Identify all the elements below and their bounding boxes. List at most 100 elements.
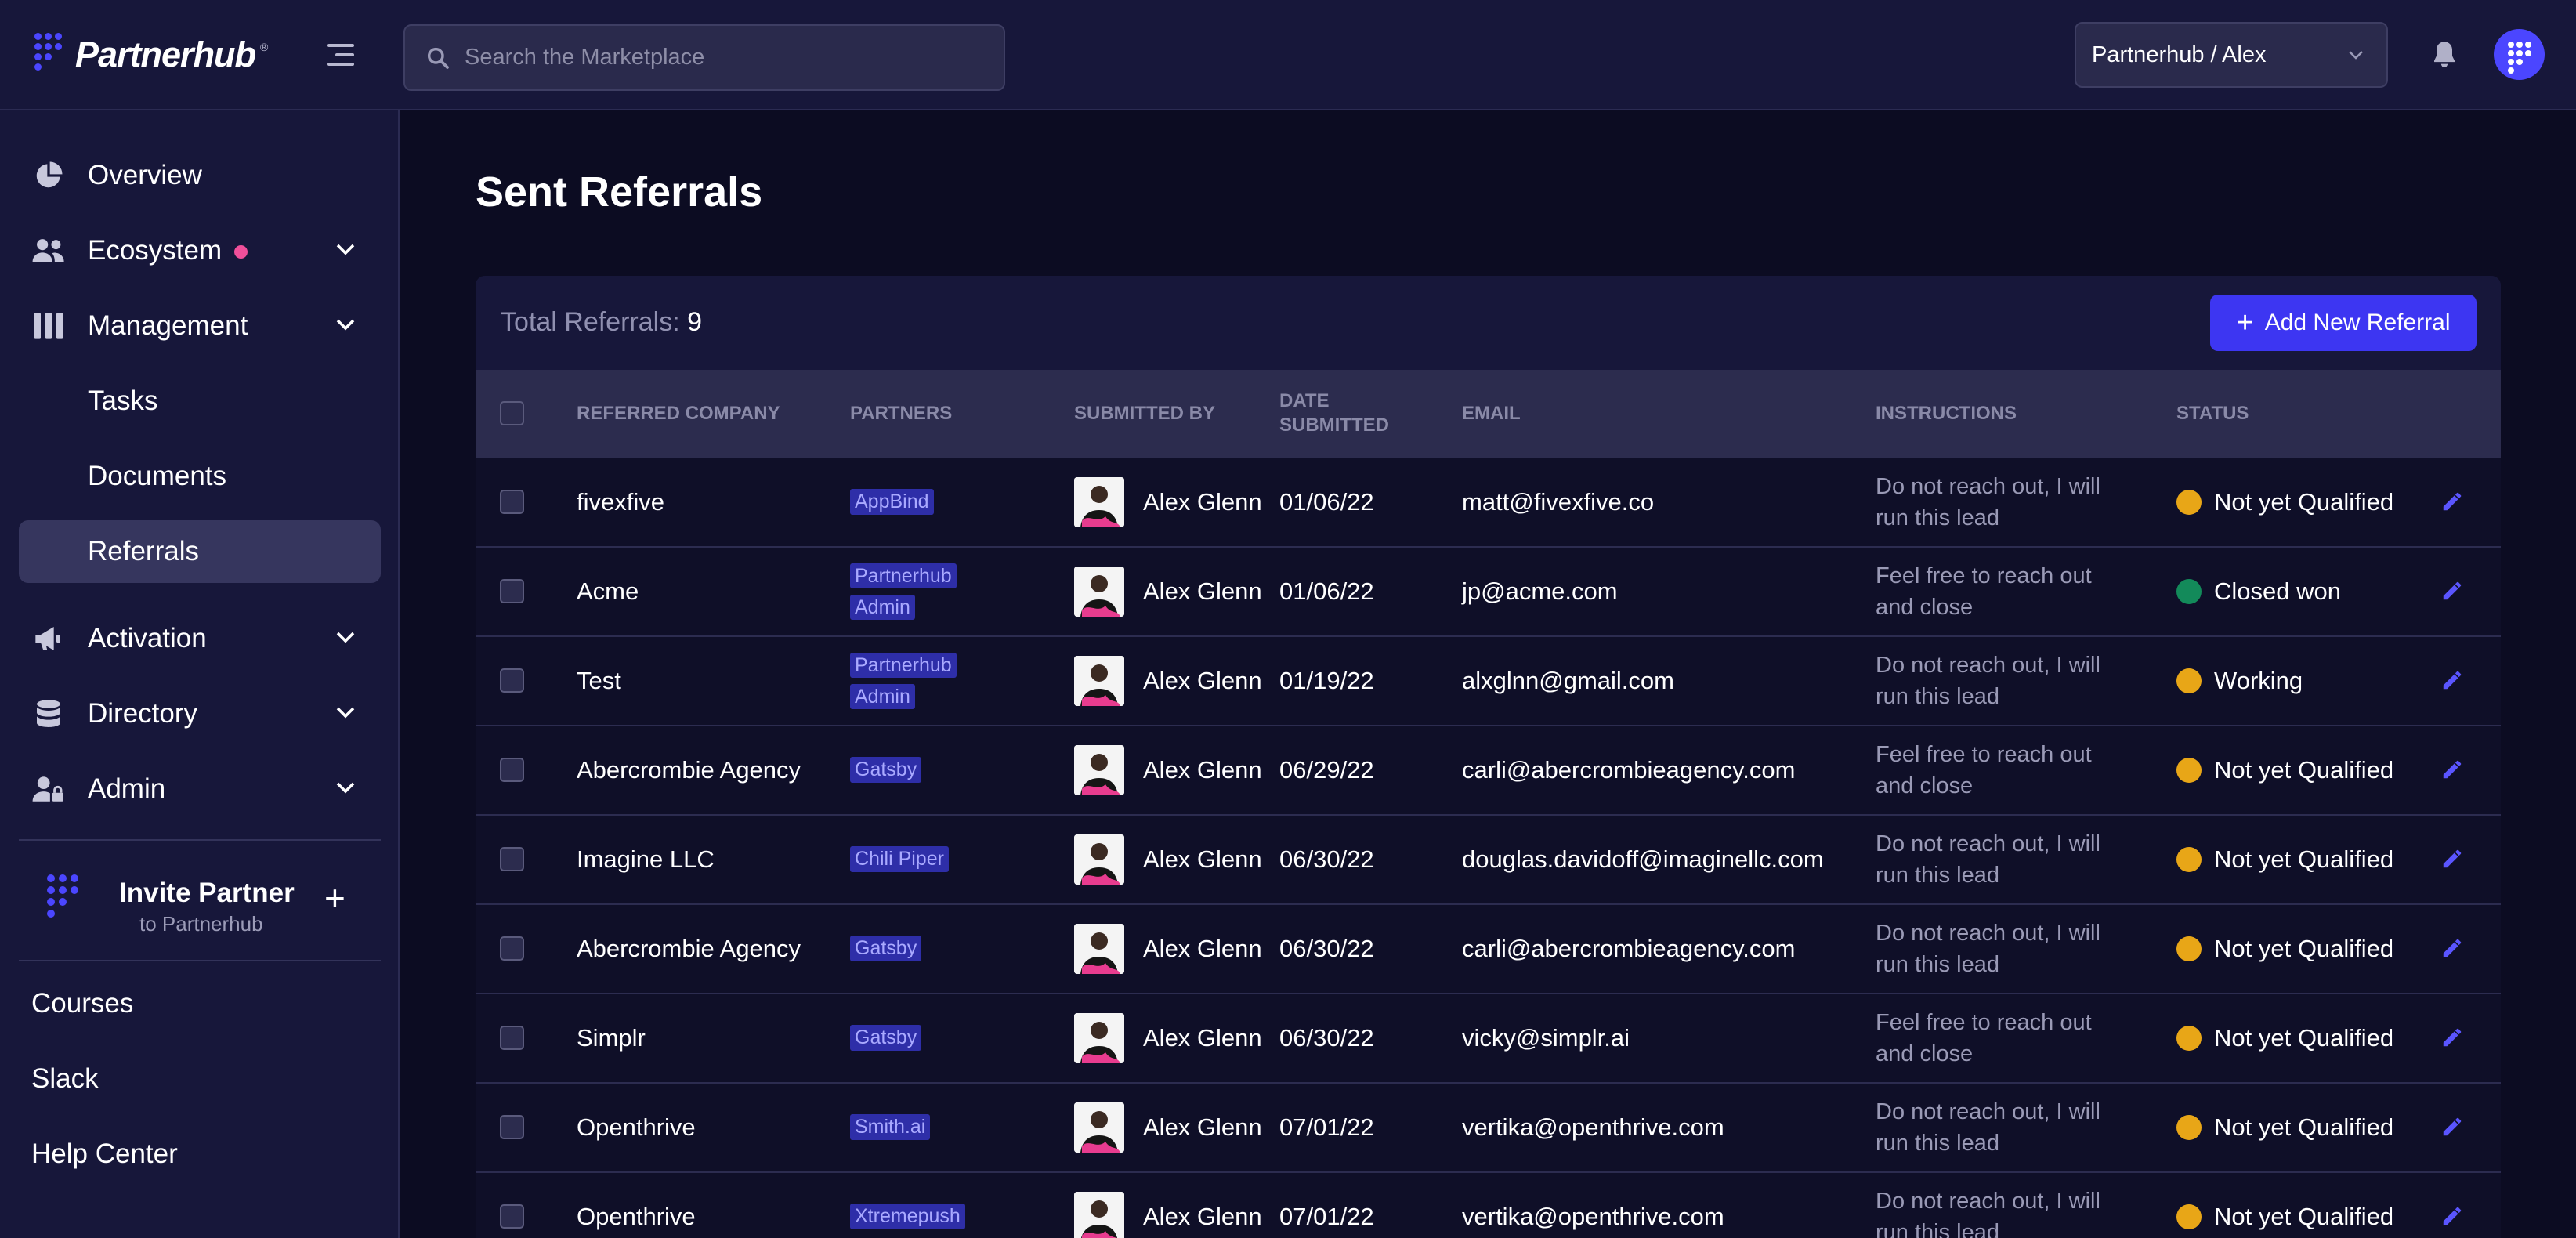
search-input[interactable] bbox=[465, 45, 1004, 71]
edit-pencil-icon[interactable] bbox=[2440, 1026, 2464, 1049]
pie-chart-icon bbox=[36, 161, 63, 188]
notification-bell-icon[interactable] bbox=[2429, 39, 2460, 71]
submitter-avatar bbox=[1074, 834, 1124, 885]
partner-badge[interactable]: Chili Piper bbox=[850, 846, 949, 872]
column-header-date[interactable]: DATE SUBMITTED bbox=[1279, 389, 1389, 437]
row-checkbox[interactable] bbox=[500, 490, 524, 514]
status-dot bbox=[2176, 579, 2202, 604]
page-title: Sent Referrals bbox=[476, 168, 763, 215]
sidebar-item-ecosystem[interactable]: Ecosystem bbox=[19, 219, 381, 282]
partner-badge[interactable]: Gatsby bbox=[850, 757, 922, 783]
table-row[interactable]: Simplr Gatsby Alex Glenn 06/30/22 vicky@simp… bbox=[476, 994, 2501, 1084]
table-row[interactable]: Openthrive Smith.ai Alex Glenn 07/01/22 vert… bbox=[476, 1084, 2501, 1173]
table-row[interactable]: Imagine LLC Chili Piper Alex Glenn 06/30/22… bbox=[476, 816, 2501, 905]
date-submitted: 06/30/22 bbox=[1279, 935, 1374, 962]
partner-badge[interactable]: Gatsby bbox=[850, 1025, 922, 1051]
chevron-down-icon[interactable] bbox=[335, 241, 356, 257]
profile-photo-icon bbox=[1074, 834, 1124, 885]
slack-link[interactable]: Slack bbox=[31, 1063, 99, 1095]
courses-link[interactable]: Courses bbox=[31, 988, 133, 1019]
referred-company: Test bbox=[577, 667, 621, 694]
status-label: Not yet Qualified bbox=[2214, 488, 2394, 516]
invite-subtitle: to Partnerhub bbox=[139, 912, 263, 936]
chevron-down-icon[interactable] bbox=[335, 317, 356, 332]
search-box[interactable] bbox=[403, 24, 1005, 91]
column-header-partners[interactable]: PARTNERS bbox=[850, 401, 952, 425]
select-all-checkbox[interactable] bbox=[500, 401, 524, 425]
user-avatar[interactable] bbox=[2494, 29, 2545, 80]
edit-pencil-icon[interactable] bbox=[2440, 936, 2464, 960]
sidebar-item-admin[interactable]: Admin bbox=[19, 758, 381, 820]
invite-partner-button[interactable]: Invite Partner to Partnerhub + bbox=[19, 843, 381, 937]
add-new-referral-button[interactable]: + Add New Referral bbox=[2210, 295, 2477, 351]
notification-dot bbox=[234, 245, 248, 259]
column-header-submitted-by[interactable]: SUBMITTED BY bbox=[1074, 401, 1215, 425]
email: jp@acme.com bbox=[1462, 577, 1618, 605]
date-submitted: 01/06/22 bbox=[1279, 577, 1374, 605]
edit-pencil-icon[interactable] bbox=[2440, 490, 2464, 513]
table-row[interactable]: Abercrombie Agency Gatsby Alex Glenn 06/30/… bbox=[476, 905, 2501, 994]
plus-icon[interactable]: + bbox=[324, 880, 346, 916]
row-checkbox[interactable] bbox=[500, 579, 524, 603]
help-center-link[interactable]: Help Center bbox=[31, 1138, 178, 1170]
status-label: Not yet Qualified bbox=[2214, 756, 2394, 784]
column-header-company[interactable]: REFERRED COMPANY bbox=[577, 401, 780, 425]
instructions: Do not reach out, I will run this lead bbox=[1876, 828, 2100, 891]
logo-mark-icon bbox=[47, 874, 85, 926]
sidebar-item-tasks[interactable]: Tasks bbox=[19, 370, 381, 433]
date-submitted: 07/01/22 bbox=[1279, 1113, 1374, 1141]
row-checkbox[interactable] bbox=[500, 668, 524, 693]
table-row[interactable]: Openthrive Xtremepush Alex Glenn 07/01/22 ve… bbox=[476, 1173, 2501, 1238]
chevron-down-icon[interactable] bbox=[335, 629, 356, 645]
instructions-line2: and close bbox=[1876, 773, 1974, 798]
sidebar-item-overview[interactable]: Overview bbox=[19, 144, 381, 207]
column-header-status[interactable]: STATUS bbox=[2176, 401, 2249, 425]
chevron-down-icon[interactable] bbox=[335, 704, 356, 720]
partner-badge[interactable]: Xtremepush bbox=[850, 1204, 965, 1229]
sidebar-item-label: Directory bbox=[88, 698, 198, 729]
instructions: Feel free to reach out and close bbox=[1876, 1007, 2092, 1070]
edit-pencil-icon[interactable] bbox=[2440, 579, 2464, 603]
column-header-instructions[interactable]: INSTRUCTIONS bbox=[1876, 401, 2017, 425]
sidebar-item-directory[interactable]: Directory bbox=[19, 682, 381, 745]
referrals-card: Total Referrals: 9 + Add New Referral RE… bbox=[476, 276, 2501, 1238]
edit-pencil-icon[interactable] bbox=[2440, 1115, 2464, 1138]
chevron-down-icon[interactable] bbox=[335, 780, 356, 795]
divider bbox=[19, 839, 381, 841]
megaphone-icon bbox=[35, 627, 60, 650]
workspace-select[interactable]: Partnerhub / Alex bbox=[2075, 22, 2388, 88]
submitter-avatar bbox=[1074, 745, 1124, 795]
row-checkbox[interactable] bbox=[500, 758, 524, 782]
column-header-email[interactable]: EMAIL bbox=[1462, 401, 1521, 425]
partner-badge[interactable]: Smith.ai bbox=[850, 1114, 931, 1140]
partner-badge[interactable]: Gatsby bbox=[850, 936, 922, 961]
profile-photo-icon bbox=[1074, 477, 1124, 527]
sidebar-item-activation[interactable]: Activation bbox=[19, 607, 381, 670]
table-row[interactable]: Acme Partnerhub Admin Alex Glenn 01/06/22 jp@… bbox=[476, 548, 2501, 637]
sidebar-item-label-wrap: Ecosystem bbox=[88, 235, 248, 266]
submitter-avatar bbox=[1074, 1192, 1124, 1238]
edit-pencil-icon[interactable] bbox=[2440, 668, 2464, 692]
edit-pencil-icon[interactable] bbox=[2440, 847, 2464, 871]
row-checkbox[interactable] bbox=[500, 1026, 524, 1050]
chevron-down-icon bbox=[2349, 51, 2363, 60]
table-row[interactable]: Test Partnerhub Admin Alex Glenn 01/19/22 alx… bbox=[476, 637, 2501, 726]
plus-icon: + bbox=[2236, 306, 2254, 339]
row-checkbox[interactable] bbox=[500, 1115, 524, 1139]
table-row[interactable]: fivexfive AppBind Alex Glenn 01/06/22 matt@f… bbox=[476, 458, 2501, 548]
partner-badge[interactable]: Partnerhub Admin bbox=[850, 560, 957, 623]
brand-logo[interactable]: Partnerhub ® bbox=[34, 30, 268, 80]
status-label: Closed won bbox=[2214, 577, 2341, 605]
sidebar-item-documents[interactable]: Documents bbox=[19, 445, 381, 508]
edit-pencil-icon[interactable] bbox=[2440, 1204, 2464, 1228]
row-checkbox[interactable] bbox=[500, 847, 524, 871]
sidebar-item-management[interactable]: Management bbox=[19, 295, 381, 357]
partner-badge[interactable]: AppBind bbox=[850, 489, 934, 515]
row-checkbox[interactable] bbox=[500, 1204, 524, 1229]
edit-pencil-icon[interactable] bbox=[2440, 758, 2464, 781]
row-checkbox[interactable] bbox=[500, 936, 524, 961]
sidebar-item-referrals[interactable]: Referrals bbox=[19, 520, 381, 583]
partner-badge[interactable]: Partnerhub Admin bbox=[850, 650, 957, 712]
menu-toggle-icon[interactable] bbox=[327, 44, 354, 66]
table-row[interactable]: Abercrombie Agency Gatsby Alex Glenn 06/29/… bbox=[476, 726, 2501, 816]
